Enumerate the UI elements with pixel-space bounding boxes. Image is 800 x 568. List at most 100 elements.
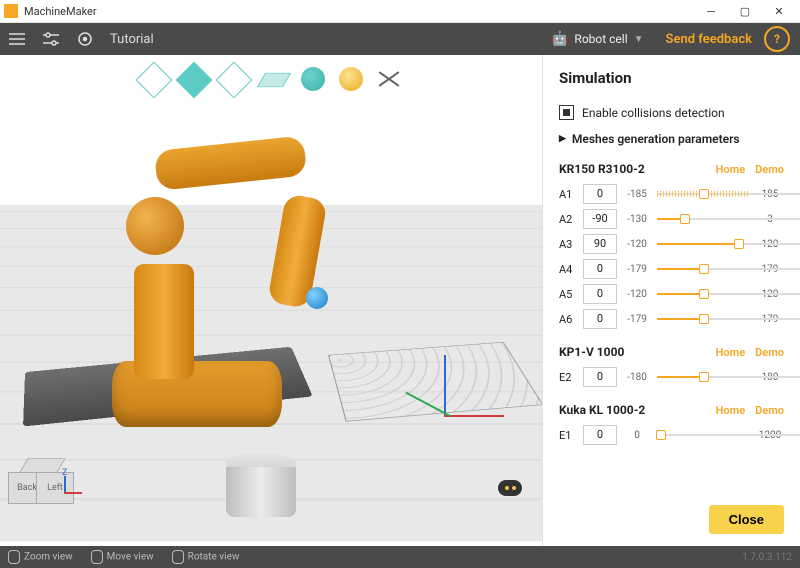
axis-label: A4 — [559, 263, 577, 276]
axis-label: E2 — [559, 371, 577, 384]
send-feedback-link[interactable]: Send feedback — [654, 32, 764, 47]
axis-slider[interactable] — [657, 288, 750, 300]
app-title: MachineMaker — [24, 5, 694, 18]
axis-label: A3 — [559, 238, 577, 251]
view-widget-icon[interactable] — [498, 480, 522, 496]
view-toolbar — [141, 67, 401, 93]
axis-value-input[interactable]: 0 — [583, 425, 617, 445]
axis-min: -185 — [623, 189, 651, 200]
positioner[interactable] — [226, 453, 296, 517]
meshes-expander[interactable]: ▶ Meshes generation parameters — [559, 132, 784, 146]
axis-min: -120 — [623, 289, 651, 300]
main-body: Back Left Z Simulation Simulation Enable… — [0, 55, 800, 546]
axis-value-input[interactable]: 0 — [583, 284, 617, 304]
axis-label: E1 — [559, 429, 577, 442]
axis-value-input[interactable]: -90 — [583, 209, 617, 229]
group-name: KR150 R3100-2 — [559, 162, 706, 176]
robot-model[interactable] — [96, 137, 326, 437]
axis-min: -130 — [623, 214, 651, 225]
target-icon[interactable] — [68, 23, 102, 55]
topbar: Tutorial 🤖 Robot cell ▼ Send feedback ? — [0, 23, 800, 55]
view-cube[interactable]: Back Left — [8, 452, 66, 502]
axis-group: KR150 R3100-2HomeDemoA10-185185A2-90-130… — [559, 162, 784, 329]
chevron-down-icon: ▼ — [634, 34, 644, 45]
view-iso-fill-icon[interactable] — [176, 62, 213, 99]
view-wire-icon[interactable] — [216, 62, 253, 99]
axis-value-input[interactable]: 0 — [583, 184, 617, 204]
demo-link[interactable]: Demo — [755, 346, 784, 359]
titlebar: MachineMaker ─ ▢ ✕ — [0, 0, 800, 23]
app-window: MachineMaker ─ ▢ ✕ Tutorial 🤖 Robot cell… — [0, 0, 800, 568]
close-window-button[interactable]: ✕ — [762, 0, 796, 22]
collisions-checkbox-row[interactable]: Enable collisions detection — [559, 105, 784, 120]
maximize-button[interactable]: ▢ — [728, 0, 762, 22]
mouse-icon — [8, 550, 20, 564]
axis-min: -180 — [623, 372, 651, 383]
axis-group: KP1-V 1000HomeDemoE20-180180 — [559, 345, 784, 387]
view-light-icon[interactable] — [339, 67, 363, 91]
axis-groups: KR150 R3100-2HomeDemoA10-185185A2-90-130… — [559, 162, 784, 461]
axis-min: -179 — [623, 264, 651, 275]
triangle-right-icon: ▶ — [559, 134, 566, 144]
axis-value-input[interactable]: 90 — [583, 234, 617, 254]
axis-row: A2-90-1303 — [559, 209, 784, 229]
axis-label: A5 — [559, 288, 577, 301]
section-title: Tutorial — [110, 32, 154, 47]
axis-row: E1001200 — [559, 425, 784, 445]
panel-title: Simulation — [559, 69, 784, 87]
home-link[interactable]: Home — [716, 346, 746, 359]
3d-viewport[interactable]: Back Left Z — [0, 55, 542, 546]
group-name: Kuka KL 1000-2 — [559, 403, 706, 417]
meshes-label: Meshes generation parameters — [572, 132, 740, 146]
axis-value-input[interactable]: 0 — [583, 259, 617, 279]
view-iso-icon[interactable] — [136, 62, 173, 99]
mouse-icon — [91, 550, 103, 564]
app-logo-icon — [4, 4, 18, 18]
axis-label: A6 — [559, 313, 577, 326]
cell-selector-label: Robot cell — [574, 32, 627, 46]
axis-value-input[interactable]: 0 — [583, 309, 617, 329]
view-cross-icon[interactable] — [377, 67, 401, 91]
move-hint: Move view — [91, 550, 154, 564]
collisions-label: Enable collisions detection — [582, 106, 725, 120]
axis-label: A2 — [559, 213, 577, 226]
axis-row: A60-179179 — [559, 309, 784, 329]
checkbox-icon[interactable] — [559, 105, 574, 120]
axis-mini-icon: Z — [62, 472, 86, 496]
axis-slider[interactable] — [657, 238, 750, 250]
version-label: 1.7.0.3.112 — [742, 552, 792, 563]
axis-value-input[interactable]: 0 — [583, 367, 617, 387]
cell-selector[interactable]: 🤖 Robot cell ▼ — [541, 23, 654, 55]
axis-min: -179 — [623, 314, 651, 325]
minimize-button[interactable]: ─ — [694, 0, 728, 22]
statusbar: Zoom view Move view Rotate view 1.7.0.3.… — [0, 546, 800, 568]
axis-slider[interactable] — [657, 313, 750, 325]
axis-slider[interactable] — [657, 371, 750, 383]
help-button[interactable]: ? — [764, 26, 790, 52]
demo-link[interactable]: Demo — [755, 404, 784, 417]
axis-row: A40-179179 — [559, 259, 784, 279]
home-link[interactable]: Home — [716, 163, 746, 176]
axis-row: A10-185185 — [559, 184, 784, 204]
home-link[interactable]: Home — [716, 404, 746, 417]
axis-slider[interactable] — [657, 188, 750, 200]
close-panel-button[interactable]: Close — [709, 505, 784, 534]
demo-link[interactable]: Demo — [755, 163, 784, 176]
view-plane-icon[interactable] — [257, 73, 291, 87]
zoom-hint: Zoom view — [8, 550, 73, 564]
hamburger-icon[interactable] — [0, 23, 34, 55]
axis-row: E20-180180 — [559, 367, 784, 387]
axis-slider[interactable] — [657, 213, 750, 225]
view-shaded-icon[interactable] — [301, 67, 325, 91]
axis-min: 0 — [623, 430, 651, 441]
simulation-panel: Simulation Simulation Enable collisions … — [542, 55, 800, 546]
axis-slider[interactable] — [657, 263, 750, 275]
world-axis-gizmo — [400, 355, 490, 445]
axis-group: Kuka KL 1000-2HomeDemoE1001200 — [559, 403, 784, 445]
axis-min: -120 — [623, 239, 651, 250]
robot-icon: 🤖 — [551, 31, 568, 47]
sliders-icon[interactable] — [34, 23, 68, 55]
axis-row: A390-120120 — [559, 234, 784, 254]
axis-slider[interactable] — [657, 429, 750, 441]
mouse-icon — [172, 550, 184, 564]
